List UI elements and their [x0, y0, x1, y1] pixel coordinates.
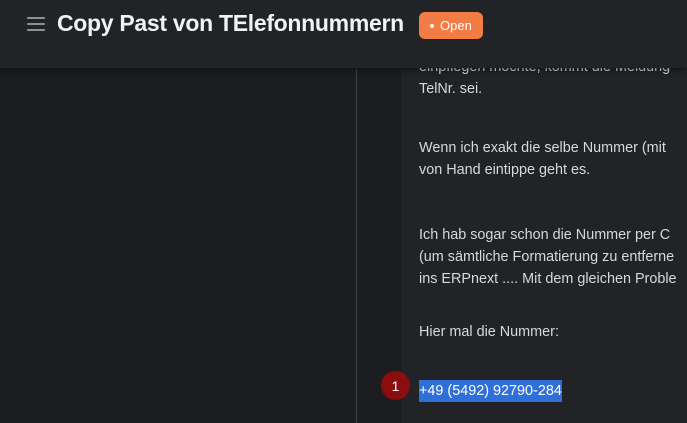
- sidebar: [0, 68, 356, 423]
- post-paragraph: Wenn ich exakt die selbe Nummer (mit von…: [419, 140, 666, 178]
- post-content: einpflegen möchte, kommt die Meldung Tel…: [401, 40, 687, 423]
- post-paragraph: Hier mal die Nummer:: [419, 324, 559, 340]
- status-badge: Open: [419, 12, 483, 39]
- content-gutter: [357, 68, 401, 423]
- status-dot-icon: [430, 23, 434, 28]
- page-title: Copy Past von TElefonnummern: [57, 10, 404, 36]
- post-paragraph: Ich hab sogar schon die Nummer per C (um…: [419, 227, 677, 287]
- status-label: Open: [440, 18, 472, 33]
- selected-phone-number[interactable]: +49 (5492) 92790-284: [419, 380, 562, 402]
- annotation-marker: 1: [381, 371, 410, 400]
- hamburger-menu-icon[interactable]: [27, 16, 45, 32]
- page-header: Copy Past von TElefonnummern Open: [0, 0, 687, 68]
